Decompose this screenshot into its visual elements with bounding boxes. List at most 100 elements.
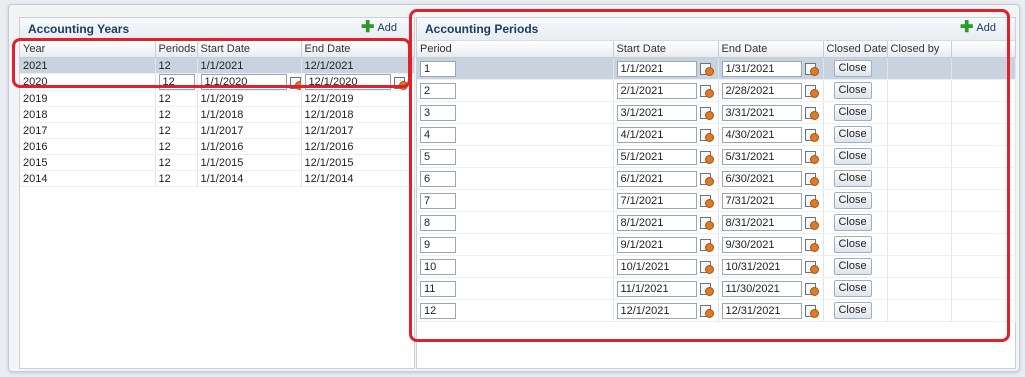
calendar-icon[interactable] <box>804 150 819 164</box>
close-period-button[interactable]: Close <box>833 192 872 209</box>
end-date-input[interactable]: 2/28/2021 <box>721 82 802 99</box>
start-date-input[interactable]: 4/1/2021 <box>616 126 697 143</box>
calendar-icon[interactable] <box>699 238 714 252</box>
period-row[interactable]: 8 8/1/2021 8/31/2021 Close <box>417 211 1016 234</box>
period-input[interactable]: 1 <box>420 60 456 77</box>
end-date-input[interactable]: 3/31/2021 <box>721 104 802 121</box>
calendar-icon[interactable] <box>804 84 819 98</box>
period-row[interactable]: 5 5/1/2021 5/31/2021 Close <box>417 145 1016 168</box>
period-row[interactable]: 11 11/1/2021 11/30/2021 Close <box>417 277 1016 300</box>
close-period-button[interactable]: Close <box>833 280 872 297</box>
period-row[interactable]: 6 6/1/2021 6/30/2021 Close <box>417 167 1016 190</box>
period-input[interactable]: 11 <box>420 280 456 297</box>
calendar-icon[interactable] <box>804 304 819 318</box>
year-row[interactable]: 2018 12 1/1/2018 12/1/2018 <box>20 106 415 123</box>
calendar-icon[interactable] <box>699 282 714 296</box>
end-date-input[interactable]: 5/31/2021 <box>721 148 802 165</box>
end-date-input[interactable]: 1/31/2021 <box>721 60 802 77</box>
calendar-icon[interactable] <box>699 216 714 230</box>
calendar-icon[interactable] <box>804 172 819 186</box>
calendar-icon[interactable] <box>699 172 714 186</box>
col-start-date[interactable]: Start Date <box>613 41 719 58</box>
calendar-icon[interactable] <box>699 304 714 318</box>
year-row[interactable]: 2020 12 1/1/2020 12/1/2020 <box>20 73 415 91</box>
end-date-input[interactable]: 12/31/2021 <box>721 302 802 319</box>
end-date-input[interactable]: 10/31/2021 <box>721 258 802 275</box>
year-row[interactable]: 2016 12 1/1/2016 12/1/2016 <box>20 138 415 155</box>
period-input[interactable]: 9 <box>420 236 456 253</box>
period-row[interactable]: 1 1/1/2021 1/31/2021 Close <box>417 57 1016 80</box>
col-end-date[interactable]: End Date <box>718 41 824 58</box>
start-date-input[interactable]: 5/1/2021 <box>616 148 697 165</box>
close-period-button[interactable]: Close <box>833 214 872 231</box>
year-row[interactable]: 2015 12 1/1/2015 12/1/2015 <box>20 154 415 171</box>
add-period-button[interactable]: ✚ Add <box>957 20 999 36</box>
close-period-button[interactable]: Close <box>833 170 872 187</box>
period-row[interactable]: 7 7/1/2021 7/31/2021 Close <box>417 189 1016 212</box>
year-row[interactable]: 2021 12 1/1/2021 12/1/2021 <box>20 57 415 74</box>
period-row[interactable]: 10 10/1/2021 10/31/2021 Close <box>417 255 1016 278</box>
start-input[interactable]: 1/1/2020 <box>200 74 287 90</box>
close-period-button[interactable]: Close <box>833 236 872 253</box>
start-date-input[interactable]: 1/1/2021 <box>616 60 697 77</box>
period-input[interactable]: 3 <box>420 104 456 121</box>
col-start-date[interactable]: Start Date <box>197 41 302 58</box>
periods-input[interactable]: 12 <box>158 74 195 90</box>
year-row[interactable]: 2014 12 1/1/2014 12/1/2014 <box>20 170 415 187</box>
start-date-input[interactable]: 8/1/2021 <box>616 214 697 231</box>
start-date-input[interactable]: 7/1/2021 <box>616 192 697 209</box>
close-period-button[interactable]: Close <box>833 148 872 165</box>
calendar-icon[interactable] <box>699 106 714 120</box>
start-date-input[interactable]: 2/1/2021 <box>616 82 697 99</box>
add-year-button[interactable]: ✚ Add <box>358 20 400 36</box>
calendar-icon[interactable] <box>699 128 714 142</box>
close-period-button[interactable]: Close <box>833 126 872 143</box>
start-date-input[interactable]: 6/1/2021 <box>616 170 697 187</box>
close-period-button[interactable]: Close <box>833 60 872 77</box>
calendar-icon[interactable] <box>699 260 714 274</box>
calendar-icon[interactable] <box>804 62 819 76</box>
period-row[interactable]: 2 2/1/2021 2/28/2021 Close <box>417 79 1016 102</box>
col-periods[interactable]: Periods <box>155 41 198 58</box>
end-date-input[interactable]: 4/30/2021 <box>721 126 802 143</box>
calendar-icon[interactable] <box>804 238 819 252</box>
calendar-icon[interactable] <box>699 84 714 98</box>
close-period-button[interactable]: Close <box>833 104 872 121</box>
start-date-input[interactable]: 11/1/2021 <box>616 280 697 297</box>
calendar-icon[interactable] <box>804 260 819 274</box>
calendar-icon[interactable] <box>804 194 819 208</box>
end-date-input[interactable]: 8/31/2021 <box>721 214 802 231</box>
close-period-button[interactable]: Close <box>833 258 872 275</box>
calendar-icon[interactable] <box>804 216 819 230</box>
col-closed-by[interactable]: Closed by <box>887 41 952 58</box>
end-date-input[interactable]: 11/30/2021 <box>721 280 802 297</box>
period-row[interactable]: 12 12/1/2021 12/31/2021 Close <box>417 299 1016 322</box>
end-input[interactable]: 12/1/2020 <box>304 74 391 90</box>
year-row[interactable]: 2019 12 1/1/2019 12/1/2019 <box>20 90 415 107</box>
period-input[interactable]: 2 <box>420 82 456 99</box>
period-row[interactable]: 9 9/1/2021 9/30/2021 Close <box>417 233 1016 256</box>
year-row[interactable]: 2017 12 1/1/2017 12/1/2017 <box>20 122 415 139</box>
col-end-date[interactable]: End Date <box>301 41 415 58</box>
calendar-icon[interactable] <box>393 76 408 90</box>
calendar-icon[interactable] <box>804 106 819 120</box>
end-date-input[interactable]: 9/30/2021 <box>721 236 802 253</box>
calendar-icon[interactable] <box>289 76 300 90</box>
calendar-icon[interactable] <box>699 62 714 76</box>
col-year[interactable]: Year <box>20 41 156 58</box>
end-date-input[interactable]: 7/31/2021 <box>721 192 802 209</box>
calendar-icon[interactable] <box>699 194 714 208</box>
period-input[interactable]: 12 <box>420 302 456 319</box>
close-period-button[interactable]: Close <box>833 82 872 99</box>
start-date-input[interactable]: 9/1/2021 <box>616 236 697 253</box>
start-date-input[interactable]: 10/1/2021 <box>616 258 697 275</box>
calendar-icon[interactable] <box>699 150 714 164</box>
period-input[interactable]: 10 <box>420 258 456 275</box>
col-closed-date[interactable]: Closed Date <box>823 41 888 58</box>
calendar-icon[interactable] <box>804 282 819 296</box>
period-input[interactable]: 4 <box>420 126 456 143</box>
calendar-icon[interactable] <box>804 128 819 142</box>
period-input[interactable]: 5 <box>420 148 456 165</box>
period-row[interactable]: 3 3/1/2021 3/31/2021 Close <box>417 101 1016 124</box>
close-period-button[interactable]: Close <box>833 302 872 319</box>
